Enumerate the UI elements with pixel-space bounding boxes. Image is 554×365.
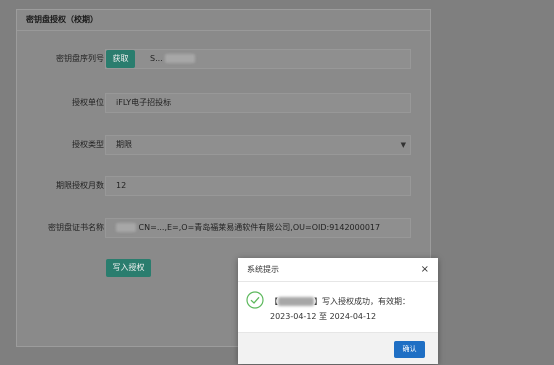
cert-row: 密钥盘证书名称 CN=...,E=,O=青岛福莱易通软件有限公司,OU=OID:… bbox=[17, 218, 430, 238]
dialog-message: 【】写入授权成功，有效期：2023-04-12 至 2024-04-12 bbox=[270, 294, 432, 324]
cert-value: CN=...,E=,O=青岛福莱易通软件有限公司,OU=OID:91420000… bbox=[138, 223, 381, 232]
close-icon[interactable]: × bbox=[421, 258, 429, 281]
type-select[interactable]: 期限 ▼ bbox=[105, 135, 411, 155]
months-field[interactable]: 12 bbox=[105, 176, 411, 196]
message-redacted bbox=[278, 297, 314, 306]
dialog-footer: 确认 bbox=[238, 332, 438, 364]
serial-value: S... bbox=[150, 54, 163, 63]
serial-label: 密钥盘序列号 bbox=[56, 54, 104, 63]
months-value: 12 bbox=[116, 181, 127, 190]
unit-row: 授权单位 iFLY电子招投标 bbox=[17, 93, 430, 113]
dialog-body: 【】写入授权成功，有效期：2023-04-12 至 2024-04-12 bbox=[238, 282, 438, 333]
months-row: 期限授权月数 12 bbox=[17, 176, 430, 196]
write-license-button[interactable]: 写入授权 bbox=[106, 259, 151, 277]
unit-label: 授权单位 bbox=[72, 98, 104, 107]
cert-redacted-1 bbox=[116, 223, 136, 232]
message-open-bracket: 【 bbox=[270, 297, 278, 306]
success-check-icon bbox=[246, 291, 264, 309]
chevron-down-icon: ▼ bbox=[400, 141, 406, 149]
cert-field[interactable]: CN=...,E=,O=青岛福莱易通软件有限公司,OU=OID:91420000… bbox=[105, 218, 411, 238]
dialog-title: 系统提示 bbox=[247, 265, 279, 274]
confirm-button[interactable]: 确认 bbox=[394, 341, 425, 358]
serial-redacted bbox=[165, 54, 196, 63]
type-row: 授权类型 期限 ▼ bbox=[17, 135, 430, 155]
serial-row: 密钥盘序列号 S... 获取 bbox=[17, 49, 430, 69]
months-label: 期限授权月数 bbox=[56, 181, 104, 190]
cert-label: 密钥盘证书名称 bbox=[48, 223, 104, 232]
unit-value: iFLY电子招投标 bbox=[116, 98, 172, 107]
unit-field[interactable]: iFLY电子招投标 bbox=[105, 93, 411, 113]
serial-field[interactable]: S... bbox=[105, 49, 411, 69]
system-dialog: 系统提示 × 【】写入授权成功，有效期：2023-04-12 至 2024-04… bbox=[238, 258, 438, 364]
type-value: 期限 bbox=[116, 140, 132, 149]
dialog-header: 系统提示 × bbox=[238, 258, 438, 282]
fetch-button[interactable]: 获取 bbox=[106, 50, 135, 68]
panel-title: 密钥盘授权（校期） bbox=[17, 10, 430, 31]
type-label: 授权类型 bbox=[72, 140, 104, 149]
